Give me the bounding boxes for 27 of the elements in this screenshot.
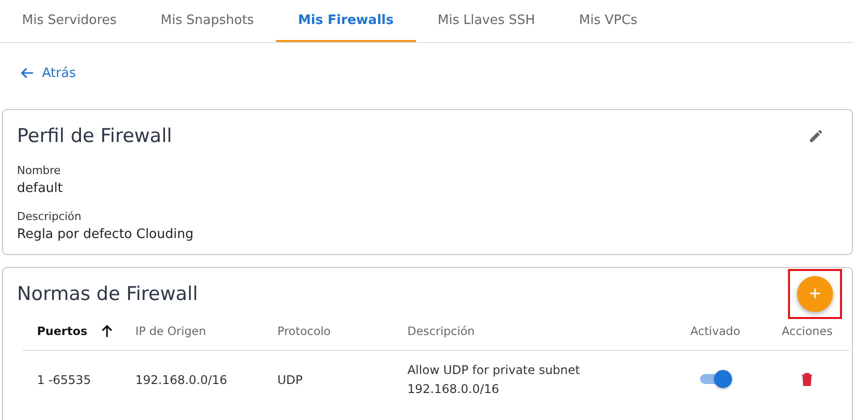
- table-cell-text: 192.168.0.0/16: [407, 381, 500, 398]
- tab[interactable]: Mis Snapshots: [138, 0, 276, 42]
- arrow-left-icon: [20, 67, 34, 79]
- column-header: Descripción: [407, 324, 475, 338]
- toggle-switch[interactable]: [698, 368, 732, 388]
- edit-icon[interactable]: [808, 128, 824, 144]
- table-cell-text: Allow UDP for private subnet: [407, 362, 580, 379]
- column-header[interactable]: Puertos: [37, 324, 88, 338]
- tab[interactable]: Mis Firewalls: [276, 0, 416, 42]
- field-label: Nombre: [17, 164, 62, 177]
- card-title: Normas de Firewall: [17, 283, 198, 305]
- trash-icon[interactable]: [801, 372, 814, 386]
- column-header: Activado: [690, 324, 740, 338]
- column-header: Protocolo: [277, 324, 331, 338]
- field-label: Descripción: [17, 210, 82, 223]
- field-value: Regla por defecto Clouding: [17, 227, 194, 242]
- column-header: Acciones: [782, 324, 833, 338]
- field-value: default: [17, 181, 64, 196]
- table-cell: 1 -65535: [23, 350, 122, 405]
- table-cell: UDP: [263, 350, 394, 405]
- tab[interactable]: Mis Servidores: [0, 0, 139, 42]
- tab[interactable]: Mis VPCs: [557, 0, 660, 42]
- back-link[interactable]: Atrás: [12, 63, 84, 83]
- tab[interactable]: Mis Llaves SSH: [416, 0, 558, 42]
- card-title: Perfil de Firewall: [17, 125, 172, 147]
- column-header: IP de Origen: [135, 324, 206, 338]
- table-cell: 192.168.0.0/16: [121, 350, 264, 405]
